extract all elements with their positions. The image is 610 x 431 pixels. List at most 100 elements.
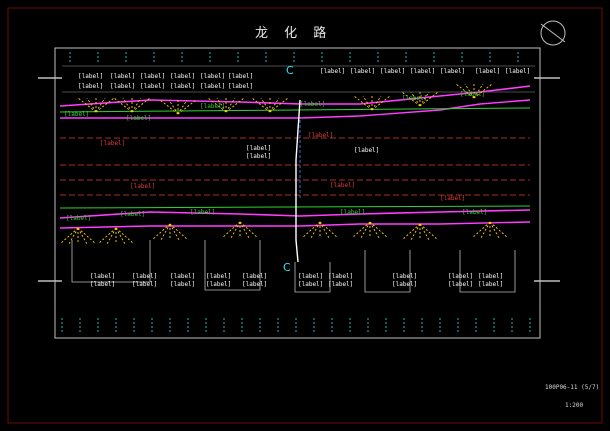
yellow-sight-line xyxy=(310,221,321,239)
elevation-label: [label] xyxy=(200,73,225,80)
elevation-label: [label] xyxy=(140,83,165,90)
section-marker-icon: C xyxy=(286,64,294,77)
elevation-label: [label] xyxy=(328,281,353,288)
yellow-sight-line xyxy=(106,227,117,245)
line-label: [label] xyxy=(100,140,125,147)
elevation-label: [label] xyxy=(478,273,503,280)
elevation-label: [label] xyxy=(90,281,115,288)
elevation-label: [label] xyxy=(78,83,103,90)
yellow-sight-line xyxy=(480,221,491,239)
drawing-title: 龙 化 路 xyxy=(255,26,333,41)
yellow-sight-line xyxy=(95,97,115,113)
elevation-label: [label] xyxy=(246,153,271,160)
elevation-label: [label] xyxy=(505,68,530,75)
line-label: [label] xyxy=(130,183,155,190)
yellow-sight-line xyxy=(419,223,430,241)
yellow-sight-line xyxy=(59,227,79,245)
yellow-sight-line xyxy=(159,99,179,115)
elevation-label: [label] xyxy=(110,73,135,80)
line-label: [label] xyxy=(308,132,333,139)
elevation-label: [label] xyxy=(90,273,115,280)
road-edge-bottom-inner xyxy=(59,221,531,229)
elevation-label: [label] xyxy=(242,273,267,280)
yellow-sight-line xyxy=(221,221,241,239)
drawing-scale: 1:200 xyxy=(565,402,584,409)
elevation-label: [label] xyxy=(448,281,473,288)
yellow-sight-line xyxy=(239,221,250,239)
north-arrow-needle xyxy=(540,23,566,43)
cad-viewport: C C [label] [label] [label] [label] [label] [la… xyxy=(0,0,610,431)
station-label: [label] xyxy=(460,91,485,98)
station-label: [label] xyxy=(402,95,427,102)
station-label: [label] xyxy=(462,209,487,216)
green-curb-bottom xyxy=(59,205,531,209)
elevation-label: [label] xyxy=(228,73,253,80)
elevation-label: [label] xyxy=(350,68,375,75)
elevation-label: [label] xyxy=(298,273,323,280)
elevation-label: [label] xyxy=(392,273,417,280)
elevation-label: [label] xyxy=(298,281,323,288)
yellow-sight-line xyxy=(77,227,97,245)
elevation-label: [label] xyxy=(170,73,195,80)
yellow-sight-line xyxy=(225,97,245,113)
elevation-label: [label] xyxy=(440,68,465,75)
station-label: [label] xyxy=(340,209,365,216)
station-label: [label] xyxy=(300,101,325,108)
yellow-sight-line xyxy=(301,221,321,239)
elevation-label: [label] xyxy=(110,83,135,90)
station-label: [label] xyxy=(126,115,151,122)
station-label: [label] xyxy=(190,209,215,216)
elevation-label: [label] xyxy=(242,281,267,288)
yellow-sight-line xyxy=(95,97,106,113)
line-label: [label] xyxy=(440,195,465,202)
elevation-label: [label] xyxy=(246,145,271,152)
elevation-label: [label] xyxy=(320,68,345,75)
elevation-label: [label] xyxy=(140,73,165,80)
yellow-sight-line xyxy=(419,223,439,241)
yellow-sight-line xyxy=(168,99,179,115)
elevation-label: [label] xyxy=(170,83,195,90)
yellow-sight-line xyxy=(77,227,88,245)
elevation-label: [label] xyxy=(132,273,157,280)
elevation-label: [label] xyxy=(228,83,253,90)
elevation-label: [label] xyxy=(328,273,353,280)
yellow-sight-line xyxy=(86,97,97,113)
yellow-sight-line xyxy=(113,97,133,113)
yellow-sight-line xyxy=(115,227,135,245)
yellow-sight-line xyxy=(471,221,491,239)
yellow-sight-line xyxy=(177,99,188,115)
elevation-label: [label] xyxy=(170,273,195,280)
yellow-sight-line xyxy=(97,227,117,245)
station-label: [label] xyxy=(200,103,225,110)
elevation-label: [label] xyxy=(78,73,103,80)
yellow-sight-line xyxy=(230,221,241,239)
yellow-sight-line xyxy=(115,227,126,245)
station-label: [label] xyxy=(120,211,145,218)
elevation-label: [label] xyxy=(200,83,225,90)
station-label: [label] xyxy=(66,215,91,222)
section-line xyxy=(295,99,301,263)
elevation-label: [label] xyxy=(132,281,157,288)
line-label: [label] xyxy=(330,182,355,189)
yellow-sight-line xyxy=(489,221,500,239)
elevation-label: [label] xyxy=(170,281,195,288)
yellow-sight-line xyxy=(122,97,133,113)
elevation-label: [label] xyxy=(392,281,417,288)
section-marker-icon: C xyxy=(283,261,291,274)
road-plan-drawing: CC[label] [label] [label] [label] [label] [la… xyxy=(7,7,603,424)
elevation-label: [label] xyxy=(410,68,435,75)
yellow-sight-line xyxy=(239,221,259,239)
yellow-sight-line xyxy=(401,223,421,241)
yellow-sight-line xyxy=(489,221,509,239)
drawing-number: 100P06-11 (5/7) xyxy=(545,384,600,391)
elevation-label: [label] xyxy=(475,68,500,75)
elevation-label: [label] xyxy=(354,147,379,154)
elevation-label: [label] xyxy=(206,281,231,288)
yellow-sight-line xyxy=(177,99,197,115)
elevation-label: [label] xyxy=(478,281,503,288)
station-label: [label] xyxy=(64,111,89,118)
yellow-sight-line xyxy=(410,223,421,241)
elevation-label: [label] xyxy=(206,273,231,280)
yellow-sight-line xyxy=(225,97,236,113)
elevation-label: [label] xyxy=(448,273,473,280)
